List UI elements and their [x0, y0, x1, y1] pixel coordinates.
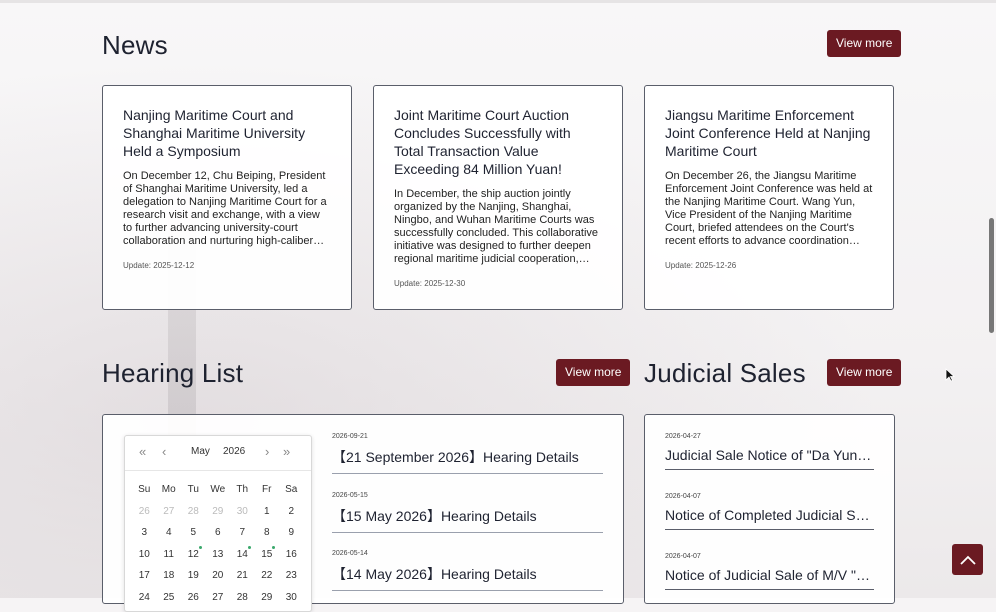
hearing-item[interactable]: 2026-05-15 【15 May 2026】Hearing Details [332, 492, 603, 533]
news-card-date: Update: 2025-12-30 [394, 279, 466, 288]
calendar-day[interactable]: 28 [230, 587, 255, 609]
hearing-title[interactable]: 【15 May 2026】Hearing Details [332, 506, 603, 532]
news-card-summary: In December, the ship auction jointly or… [394, 188, 599, 265]
calendar-day[interactable]: 30 [230, 501, 255, 523]
hearing-list-panel: « ‹ May 2026 › » Su Mo Tu We Th Fr Sa 26 27 28 29 3… [102, 414, 624, 612]
calendar-day[interactable]: 18 [157, 565, 182, 587]
calendar-day[interactable]: 28 [181, 501, 206, 523]
hearing-date: 2026-05-15 [332, 492, 368, 499]
calendar-weekday: Th [236, 484, 249, 495]
calendar-weekday: Su [138, 484, 151, 495]
judicial-sales-panel: 2026-04-27 Judicial Sale Notice of "Da Y… [644, 414, 895, 604]
calendar-weekday: Tu [187, 484, 199, 495]
news-card-title[interactable]: Joint Maritime Court Auction Concludes S… [394, 106, 602, 178]
sale-title[interactable]: Notice of Completed Judicial Sal… [665, 507, 874, 529]
calendar-day[interactable]: 10 [132, 544, 157, 566]
calendar-weekday: Sa [285, 484, 298, 495]
calendar-year[interactable]: 2026 [223, 446, 245, 457]
calendar-day[interactable]: 27 [206, 587, 231, 609]
calendar-day[interactable]: 29 [206, 501, 231, 523]
hearing-title[interactable]: 【21 September 2026】Hearing Details [332, 447, 603, 473]
judicial-sales-heading: Judicial Sales [644, 358, 806, 388]
sale-item[interactable]: 2026-04-07 Notice of Judicial Sale of M/… [665, 553, 874, 590]
calendar-day[interactable]: 24 [132, 587, 157, 609]
hearing-calendar: « ‹ May 2026 › » Su Mo Tu We Th Fr Sa 26 27 28 29 3… [124, 435, 312, 612]
calendar-day[interactable]: 16 [279, 544, 304, 566]
news-card[interactable]: Jiangsu Maritime Enforcement Joint Confe… [644, 85, 894, 310]
calendar-day[interactable]: 11 [157, 544, 182, 566]
calendar-day[interactable]: 25 [157, 587, 182, 609]
page-content: News View more Nanjing Maritime Court an… [0, 0, 996, 612]
hearing-view-more-button[interactable]: View more [556, 359, 631, 386]
calendar-weekday: Mo [161, 484, 176, 495]
calendar-day[interactable]: 3 [132, 522, 157, 544]
news-card[interactable]: Joint Maritime Court Auction Concludes S… [373, 85, 623, 310]
double-chevron-right-icon[interactable]: » [283, 444, 290, 459]
calendar-day[interactable]: 8 [255, 522, 280, 544]
calendar-month[interactable]: May [191, 446, 210, 457]
calendar-day-with-hearing[interactable]: 12 [181, 544, 206, 566]
calendar-day[interactable]: 7 [230, 522, 255, 544]
calendar-day[interactable]: 26 [132, 501, 157, 523]
news-card-summary: On December 26, the Jiangsu Maritime Enf… [665, 170, 873, 247]
news-card-title[interactable]: Nanjing Maritime Court and Shanghai Mari… [123, 106, 331, 160]
calendar-day[interactable]: 13 [206, 544, 231, 566]
calendar-day[interactable]: 20 [206, 565, 231, 587]
calendar-day[interactable]: 23 [279, 565, 304, 587]
news-card-summary: On December 12, Chu Beiping, President o… [123, 170, 327, 247]
sale-item[interactable]: 2026-04-07 Notice of Completed Judicial … [665, 493, 874, 530]
chevron-right-icon[interactable]: › [265, 444, 269, 459]
calendar-weekday: Fr [262, 484, 272, 495]
calendar-day[interactable]: 9 [279, 522, 304, 544]
calendar-day[interactable]: 5 [181, 522, 206, 544]
hearing-date: 2026-09-21 [332, 433, 368, 440]
hearing-title[interactable]: 【14 May 2026】Hearing Details [332, 564, 603, 590]
news-card-date: Update: 2025-12-26 [665, 261, 737, 270]
calendar-day[interactable]: 29 [255, 587, 280, 609]
hearing-item[interactable]: 2026-09-21 【21 September 2026】Hearing De… [332, 433, 603, 474]
calendar-day-with-hearing[interactable]: 15 [255, 544, 280, 566]
calendar-day[interactable]: 26 [181, 587, 206, 609]
news-card[interactable]: Nanjing Maritime Court and Shanghai Mari… [102, 85, 352, 310]
calendar-day-with-hearing[interactable]: 14 [230, 544, 255, 566]
calendar-day[interactable]: 2 [279, 501, 304, 523]
news-view-more-button[interactable]: View more [827, 30, 902, 57]
news-card-title[interactable]: Jiangsu Maritime Enforcement Joint Confe… [665, 106, 873, 160]
hearing-item[interactable]: 2026-05-14 【14 May 2026】Hearing Details [332, 550, 603, 591]
news-heading: News [102, 30, 168, 60]
calendar-day[interactable]: 27 [157, 501, 182, 523]
hearing-date: 2026-05-14 [332, 550, 368, 557]
back-to-top-button[interactable] [952, 544, 983, 575]
calendar-header: « ‹ May 2026 › » [125, 436, 311, 471]
calendar-day[interactable]: 17 [132, 565, 157, 587]
judicial-sales-view-more-button[interactable]: View more [827, 359, 902, 386]
calendar-weekday: We [210, 484, 226, 495]
calendar-day[interactable]: 21 [230, 565, 255, 587]
calendar-day[interactable]: 1 [255, 501, 280, 523]
mouse-pointer-icon [945, 368, 955, 382]
sale-title[interactable]: Judicial Sale Notice of "Da Yun 0… [665, 447, 874, 469]
sale-item[interactable]: 2026-04-27 Judicial Sale Notice of "Da Y… [665, 433, 874, 470]
sale-date: 2026-04-27 [665, 433, 701, 440]
calendar-grid: Su Mo Tu We Th Fr Sa 26 27 28 29 30 1 2 3 4 5 6 7 8 9 10 11 12 1… [132, 479, 311, 608]
chevron-up-icon [959, 555, 976, 565]
chevron-left-icon[interactable]: ‹ [162, 444, 166, 459]
calendar-day[interactable]: 30 [279, 587, 304, 609]
page-scrollbar[interactable] [989, 218, 994, 333]
double-chevron-left-icon[interactable]: « [139, 444, 146, 459]
calendar-day[interactable]: 4 [157, 522, 182, 544]
calendar-day[interactable]: 6 [206, 522, 231, 544]
sale-date: 2026-04-07 [665, 493, 701, 500]
calendar-day[interactable]: 22 [255, 565, 280, 587]
hearing-list-heading: Hearing List [102, 358, 244, 388]
sale-date: 2026-04-07 [665, 553, 701, 560]
sale-title[interactable]: Notice of Judicial Sale of M/V "Ji… [665, 567, 874, 589]
news-card-date: Update: 2025-12-12 [123, 261, 195, 270]
calendar-day[interactable]: 19 [181, 565, 206, 587]
